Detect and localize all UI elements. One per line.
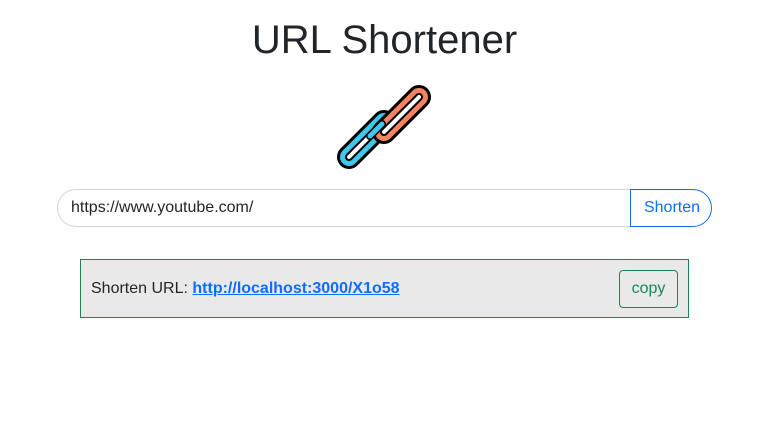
shorten-button[interactable]: Shorten <box>630 189 712 227</box>
result-panel: Shorten URL: http://localhost:3000/X1o58… <box>80 259 689 318</box>
page: URL Shortener Shorten Shorten URL: http:… <box>0 0 761 424</box>
page-title: URL Shortener <box>251 18 518 62</box>
short-url-link[interactable]: http://localhost:3000/X1o58 <box>192 280 399 297</box>
result-label: Shorten URL: <box>91 279 193 297</box>
result-text: Shorten URL: http://localhost:3000/X1o58 <box>91 280 400 298</box>
url-form: Shorten <box>57 189 712 227</box>
url-input[interactable] <box>57 189 630 227</box>
copy-button[interactable]: copy <box>619 269 678 308</box>
link-chain-icon <box>337 85 431 169</box>
